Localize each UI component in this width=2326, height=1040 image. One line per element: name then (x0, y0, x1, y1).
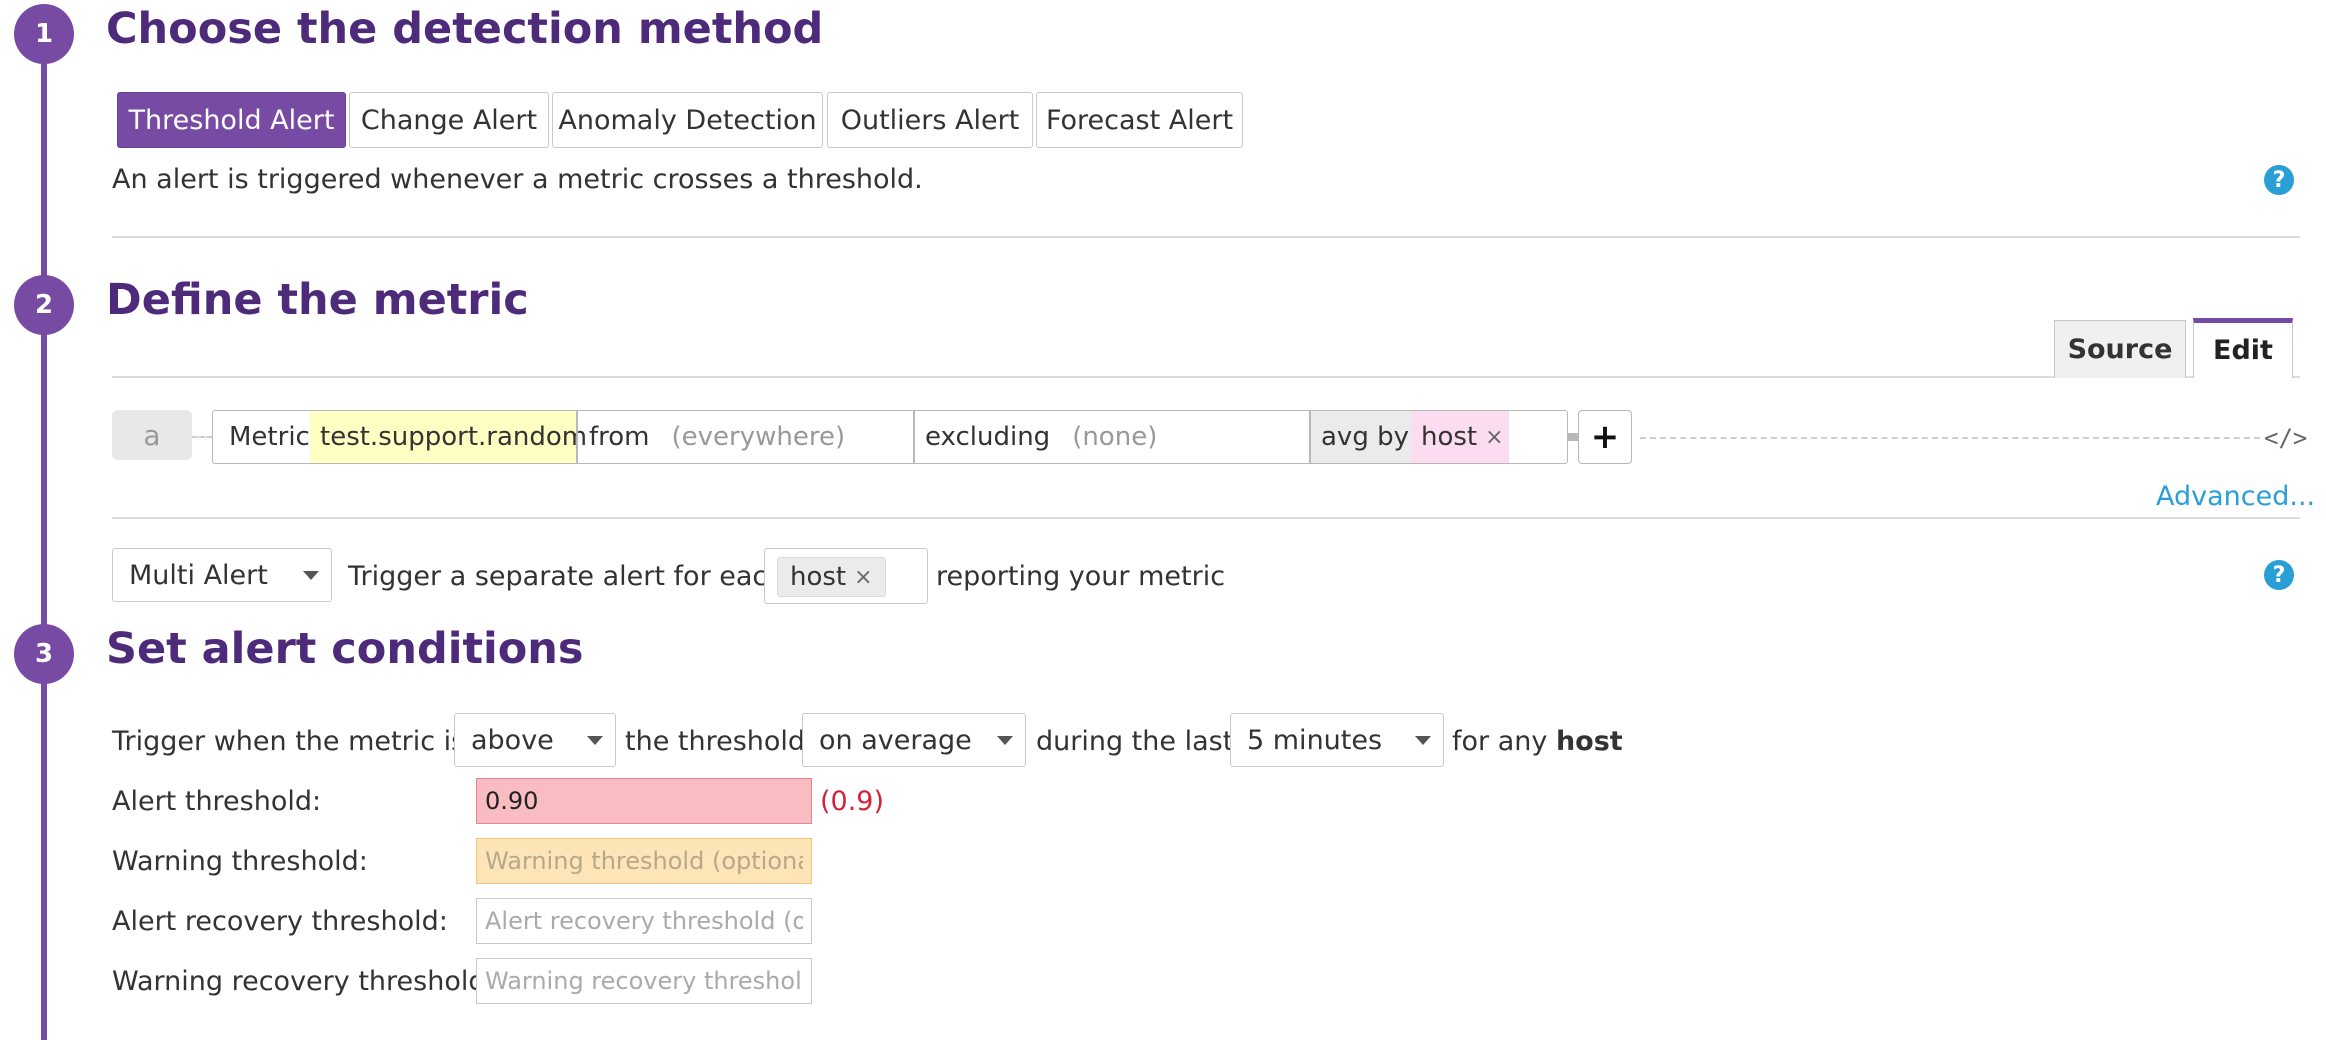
time-window-value: 5 minutes (1247, 724, 1383, 756)
chevron-down-icon (1415, 736, 1431, 745)
multi-alert-group-input[interactable]: host × (764, 548, 928, 604)
step-2-number: 2 (34, 290, 54, 320)
aggregation-value: on average (819, 724, 972, 756)
for-any-text: for any (1452, 726, 1548, 757)
metric-tabs-baseline (112, 376, 2300, 378)
add-query-button[interactable]: + (1578, 410, 1632, 464)
from-scope-field[interactable]: from (everywhere) (579, 411, 914, 463)
excluding-field[interactable]: excluding (none) (915, 411, 1310, 463)
excluding-value: (none) (1072, 422, 1158, 452)
section-divider (112, 236, 2300, 238)
help-icon[interactable]: ? (2264, 165, 2294, 195)
warning-threshold-label: Warning threshold: (112, 846, 368, 877)
avg-by-label: avg by (1311, 411, 1411, 463)
code-view-icon[interactable]: </> (2264, 424, 2307, 452)
step-2-title: Define the metric (106, 275, 529, 325)
aggregation-select[interactable]: on average (802, 713, 1026, 767)
query-label: a (112, 410, 192, 460)
trigger-prefix: Trigger when the metric is (112, 726, 466, 757)
chevron-down-icon (997, 736, 1013, 745)
help-icon-glyph: ? (2272, 562, 2286, 588)
query-connector (1568, 433, 1578, 441)
advanced-link[interactable]: Advanced... (2156, 481, 2315, 512)
metric-label: Metric (229, 422, 310, 452)
multi-alert-value: Multi Alert (129, 559, 268, 591)
metric-name-field[interactable]: test.support.random (310, 411, 587, 463)
group-by-chip[interactable]: host × (1411, 411, 1509, 463)
step-3-title: Set alert conditions (106, 624, 584, 674)
tab-forecast-alert[interactable]: Forecast Alert (1036, 92, 1243, 148)
during-text: during the last (1036, 726, 1234, 757)
step-1-badge: 1 (14, 4, 74, 64)
comparator-select[interactable]: above (454, 713, 616, 767)
detection-description: An alert is triggered whenever a metric … (112, 164, 923, 195)
metric-query-editor[interactable]: Metric test.support.random from (everywh… (212, 410, 1568, 464)
group-by-value: host (1421, 422, 1478, 452)
alert-recovery-label: Alert recovery threshold: (112, 906, 448, 937)
section-divider (112, 517, 2300, 519)
help-icon[interactable]: ? (2264, 560, 2294, 590)
multi-alert-tag-label: host (790, 562, 847, 592)
chevron-down-icon (587, 736, 603, 745)
step-1-number: 1 (34, 19, 54, 49)
tab-outliers-alert[interactable]: Outliers Alert (827, 92, 1033, 148)
tab-change-alert[interactable]: Change Alert (349, 92, 549, 148)
multi-alert-prefix: Trigger a separate alert for each (348, 561, 785, 592)
warning-threshold-input[interactable] (476, 838, 812, 884)
threshold-text: the threshold (625, 726, 806, 757)
help-icon-glyph: ? (2272, 167, 2286, 193)
remove-tag-icon[interactable]: × (854, 565, 872, 590)
query-dashed-line (1640, 437, 2260, 439)
remove-group-icon[interactable]: × (1485, 425, 1503, 450)
step-1-title: Choose the detection method (106, 4, 824, 54)
warning-recovery-label: Warning recovery threshold: (112, 966, 495, 997)
step-3-badge: 3 (14, 624, 74, 684)
segment-separator (576, 411, 578, 463)
chevron-down-icon (303, 571, 319, 580)
tab-threshold-alert[interactable]: Threshold Alert (117, 92, 346, 148)
excluding-label: excluding (925, 422, 1051, 452)
warning-recovery-input[interactable] (476, 958, 812, 1004)
alert-threshold-input[interactable]: 0.90 (476, 778, 812, 824)
multi-alert-tag[interactable]: host × (777, 557, 886, 597)
for-any-group-text: for any host (1452, 726, 1623, 757)
tab-anomaly-detection[interactable]: Anomaly Detection (552, 92, 823, 148)
query-connector (192, 436, 212, 438)
comparator-value: above (471, 724, 554, 756)
from-label: from (589, 422, 650, 452)
plus-icon: + (1590, 417, 1620, 457)
alert-threshold-label: Alert threshold: (112, 786, 322, 817)
timeline-line (41, 30, 47, 1040)
multi-alert-suffix: reporting your metric (936, 561, 1226, 592)
from-value: (everywhere) (671, 422, 846, 452)
time-window-select[interactable]: 5 minutes (1230, 713, 1444, 767)
alert-recovery-input[interactable] (476, 898, 812, 944)
tab-edit[interactable]: Edit (2193, 318, 2293, 378)
tab-source[interactable]: Source (2054, 320, 2186, 378)
step-3-number: 3 (34, 639, 54, 669)
step-2-badge: 2 (14, 275, 74, 335)
alert-threshold-parsed: (0.9) (820, 786, 885, 817)
group-name: host (1555, 726, 1623, 757)
multi-alert-select[interactable]: Multi Alert (112, 548, 332, 602)
